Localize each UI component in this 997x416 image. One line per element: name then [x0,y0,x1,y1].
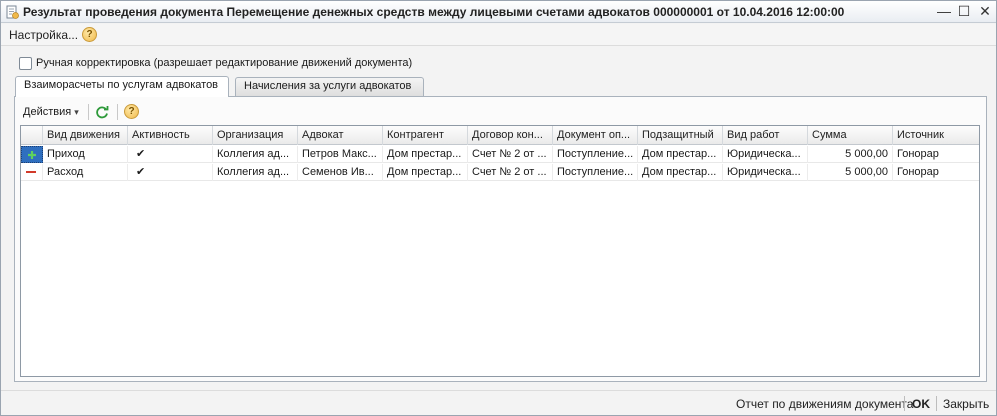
settings-menu-item[interactable]: Настройка... [9,28,78,42]
command-separator [936,396,937,411]
column-header[interactable]: Документ оп... [553,126,638,145]
cell-amount: 5 000,00 [808,164,893,181]
minus-icon [26,171,36,173]
cell-active: ✔ [128,146,213,163]
row-marker-cell [21,164,43,181]
column-header[interactable]: Источник [893,126,979,145]
cell-movement-kind: Расход [43,164,128,181]
command-separator [904,396,905,411]
minimize-button[interactable]: — [935,3,953,21]
window-title: Результат проведения документа Перемещен… [23,5,845,19]
cell-defendant: Дом престар... [638,146,723,163]
column-header[interactable]: Организация [213,126,298,145]
cell-organization: Коллегия ад... [213,146,298,163]
cell-payment-document: Поступление... [553,164,638,181]
cell-counterparty: Дом престар... [383,146,468,163]
close-window-button[interactable]: ✕ [976,3,994,21]
form-content: Ручная корректировка (разрешает редактир… [1,47,996,389]
column-header[interactable]: Подзащитный [638,126,723,145]
toolbar-separator [117,104,118,120]
movements-report-button[interactable]: Отчет по движениям документа [736,397,913,411]
tab-lawyer-accruals[interactable]: Начисления за услуги адвокатов [235,77,424,96]
column-header[interactable]: Активность [128,126,213,145]
ok-button[interactable]: OK [912,397,930,411]
cell-amount: 5 000,00 [808,146,893,163]
column-header[interactable]: Адвокат [298,126,383,145]
refresh-icon[interactable] [94,104,110,120]
title-bar: Результат проведения документа Перемещен… [1,1,996,23]
manual-correction-label: Ручная корректировка (разрешает редактир… [36,57,413,69]
cell-counterparty: Дом престар... [383,164,468,181]
chevron-down-icon: ▾ [74,107,79,117]
cell-defendant: Дом престар... [638,164,723,181]
cell-work-type: Юридическа... [723,146,808,163]
column-header[interactable]: Договор кон... [468,126,553,145]
movements-grid[interactable]: Вид движения Активность Организация Адво… [20,125,980,377]
help-icon[interactable]: ? [124,104,139,119]
help-icon[interactable]: ? [82,27,97,42]
cell-payment-document: Поступление... [553,146,638,163]
column-header[interactable]: Контрагент [383,126,468,145]
toolbar-separator [88,104,89,120]
cell-active: ✔ [128,164,213,181]
actions-label: Действия [23,106,72,118]
plus-icon [28,151,36,159]
bottom-command-bar: Отчет по движениям документа OK Закрыть [1,390,996,415]
actions-menu-button[interactable]: Действия ▾ [23,106,79,118]
cell-lawyer: Семенов Ив... [298,164,383,181]
document-result-window: Результат проведения документа Перемещен… [0,0,997,416]
manual-correction-checkbox[interactable] [19,57,32,70]
cell-organization: Коллегия ад... [213,164,298,181]
column-header[interactable]: Вид движения [43,126,128,145]
column-header-marker [21,126,43,145]
close-button[interactable]: Закрыть [943,397,989,411]
grid-header: Вид движения Активность Организация Адво… [21,126,979,145]
cell-source: Гонорар [897,166,939,178]
column-header[interactable]: Вид работ [723,126,808,145]
column-header[interactable]: Сумма [808,126,893,145]
cell-work-type: Юридическа... [723,164,808,181]
grid-toolbar: Действия ▾ ? [15,97,986,125]
table-row[interactable]: Расход ✔ Коллегия ад... Семенов Ив... До… [21,164,979,181]
row-marker-cell [21,146,43,163]
tab-lawyer-settlements[interactable]: Взаиморасчеты по услугам адвокатов [15,76,229,97]
cell-source: Гонорар [897,148,939,160]
menu-bar: Настройка... ? [1,24,996,46]
tab-panel: Действия ▾ ? Вид движения Активность Орг… [14,96,987,382]
table-row[interactable]: Приход ✔ Коллегия ад... Петров Макс... Д… [21,146,979,163]
cell-contract: Счет № 2 от ... [468,164,553,181]
cell-lawyer: Петров Макс... [298,146,383,163]
cell-contract: Счет № 2 от ... [468,146,553,163]
document-icon [6,5,19,19]
cell-movement-kind: Приход [43,146,128,163]
maximize-button[interactable]: ☐ [955,3,973,21]
